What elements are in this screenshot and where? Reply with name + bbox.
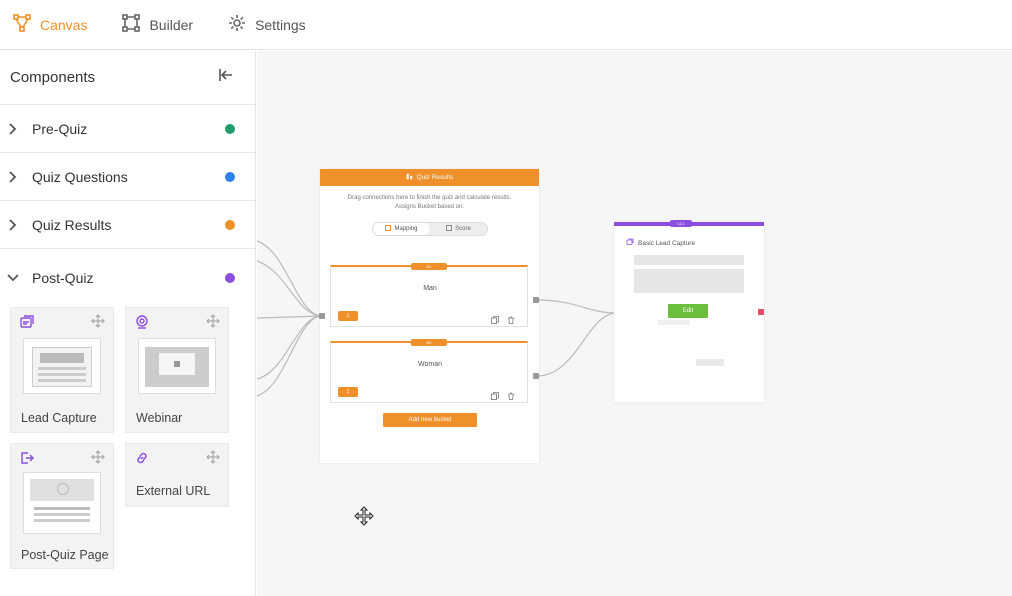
delete-icon[interactable] bbox=[507, 387, 515, 405]
toggle-score[interactable]: Score bbox=[430, 223, 487, 235]
link-icon bbox=[134, 450, 150, 466]
post-quiz-page-thumbnail bbox=[23, 472, 101, 534]
placeholder-bar bbox=[634, 255, 744, 265]
category-post-quiz[interactable]: Post-Quiz bbox=[0, 249, 255, 307]
lead-capture-thumbnail bbox=[23, 338, 101, 394]
drag-handle-icon[interactable] bbox=[91, 450, 105, 464]
category-label: Pre-Quiz bbox=[32, 120, 88, 137]
tile-webinar[interactable]: Webinar bbox=[125, 307, 229, 433]
chevron-right-icon bbox=[4, 216, 22, 234]
toggle-mapping[interactable]: Mapping bbox=[373, 223, 430, 235]
category-dot bbox=[225, 219, 235, 230]
lead-capture-title-text: Basic Lead Capture bbox=[638, 239, 696, 247]
sidebar-header: Components bbox=[0, 51, 255, 105]
category-dot bbox=[225, 273, 235, 283]
tab-builder[interactable]: Builder bbox=[121, 13, 193, 36]
quiz-results-header: Quiz Results bbox=[320, 169, 539, 186]
drag-handle-icon[interactable] bbox=[91, 314, 105, 328]
quiz-results-node[interactable]: Quiz Results Drag connections here to fi… bbox=[320, 169, 539, 463]
bucket-number: B2 bbox=[411, 339, 447, 346]
quiz-results-icon bbox=[406, 173, 413, 182]
tab-canvas[interactable]: Canvas bbox=[12, 13, 87, 36]
placeholder-bar bbox=[696, 359, 724, 366]
tile-label: Webinar bbox=[136, 411, 183, 425]
tab-settings[interactable]: Settings bbox=[227, 13, 306, 36]
bucket-badge: 1 bbox=[338, 311, 358, 321]
sidebar-title: Components bbox=[10, 69, 96, 86]
description-line: Drag connections here to finish the quiz… bbox=[347, 195, 512, 201]
placeholder-bar bbox=[634, 269, 744, 293]
category-pre-quiz[interactable]: Pre-Quiz bbox=[0, 105, 255, 153]
tile-lead-capture[interactable]: Lead Capture bbox=[10, 307, 114, 433]
edit-button[interactable]: Edit bbox=[668, 304, 708, 318]
lead-capture-icon bbox=[626, 238, 634, 248]
chevron-right-icon bbox=[4, 168, 22, 186]
builder-icon bbox=[121, 13, 141, 36]
add-bucket-button[interactable]: Add new bucket bbox=[383, 413, 477, 427]
gear-icon bbox=[227, 13, 247, 36]
delete-icon[interactable] bbox=[507, 311, 515, 329]
move-cursor-icon bbox=[353, 506, 375, 528]
duplicate-icon[interactable] bbox=[491, 387, 499, 405]
webinar-icon bbox=[134, 314, 150, 330]
toggle-score-label: Score bbox=[455, 226, 471, 232]
input-port[interactable] bbox=[319, 313, 325, 319]
tab-canvas-label: Canvas bbox=[40, 16, 88, 33]
category-dot bbox=[225, 123, 235, 134]
bucket-badge: 1 bbox=[338, 387, 358, 397]
bucket-number: B1 bbox=[411, 263, 447, 270]
category-quiz-results[interactable]: Quiz Results bbox=[0, 201, 255, 249]
description-line: Assigns Bucket based on: bbox=[394, 204, 465, 210]
collapse-sidebar-icon[interactable] bbox=[217, 66, 235, 89]
tile-label: Post-Quiz Page bbox=[21, 548, 109, 562]
webinar-thumbnail bbox=[138, 338, 216, 394]
tile-label: Lead Capture bbox=[21, 411, 97, 425]
lead-capture-node[interactable]: LC1 Basic Lead Capture Edit bbox=[614, 220, 764, 402]
category-label: Quiz Questions bbox=[32, 168, 128, 185]
bucket-card[interactable]: B1 Man 1 bbox=[330, 263, 528, 329]
exit-page-icon bbox=[19, 450, 35, 466]
tile-label: External URL bbox=[136, 484, 211, 498]
category-label: Post-Quiz bbox=[32, 270, 94, 286]
drag-handle-icon[interactable] bbox=[206, 314, 220, 328]
lead-capture-icon bbox=[19, 314, 35, 330]
bucket-card[interactable]: B2 Woman 1 bbox=[330, 339, 528, 405]
output-port[interactable] bbox=[533, 373, 539, 379]
chevron-right-icon bbox=[4, 120, 22, 138]
duplicate-icon[interactable] bbox=[491, 311, 499, 329]
tile-post-quiz-page[interactable]: Post-Quiz Page bbox=[10, 443, 114, 569]
bucket-actions bbox=[491, 387, 515, 405]
canvas-icon bbox=[12, 13, 32, 36]
lead-capture-tag: LC1 bbox=[670, 220, 692, 227]
tab-builder-label: Builder bbox=[149, 16, 194, 33]
tile-external-url[interactable]: External URL bbox=[125, 443, 229, 507]
drag-handle-icon[interactable] bbox=[206, 450, 220, 464]
toggle-mapping-label: Mapping bbox=[394, 226, 418, 232]
bucket-actions bbox=[491, 311, 515, 329]
quiz-results-description: Drag connections here to finish the quiz… bbox=[320, 194, 539, 212]
output-port[interactable] bbox=[533, 297, 539, 303]
output-port[interactable] bbox=[758, 309, 764, 315]
flow-canvas[interactable]: Quiz Results Drag connections here to fi… bbox=[257, 51, 1012, 596]
bucket-mode-toggle: Mapping Score bbox=[372, 222, 488, 236]
quiz-results-title: Quiz Results bbox=[416, 174, 454, 181]
category-dot bbox=[225, 171, 235, 182]
category-label: Quiz Results bbox=[32, 216, 112, 233]
placeholder-bar bbox=[658, 320, 690, 325]
category-quiz-questions[interactable]: Quiz Questions bbox=[0, 153, 255, 201]
tab-settings-label: Settings bbox=[255, 16, 306, 33]
bucket-name: Man bbox=[423, 285, 437, 292]
score-icon bbox=[446, 225, 453, 233]
chevron-down-icon bbox=[4, 269, 22, 287]
components-sidebar: Components Pre-Quiz Quiz Questions Quiz … bbox=[0, 51, 256, 596]
top-nav: Canvas Builder Settings bbox=[0, 0, 1012, 50]
bucket-name: Woman bbox=[418, 361, 442, 368]
mapping-icon bbox=[385, 225, 392, 233]
lead-capture-title: Basic Lead Capture bbox=[626, 238, 695, 248]
